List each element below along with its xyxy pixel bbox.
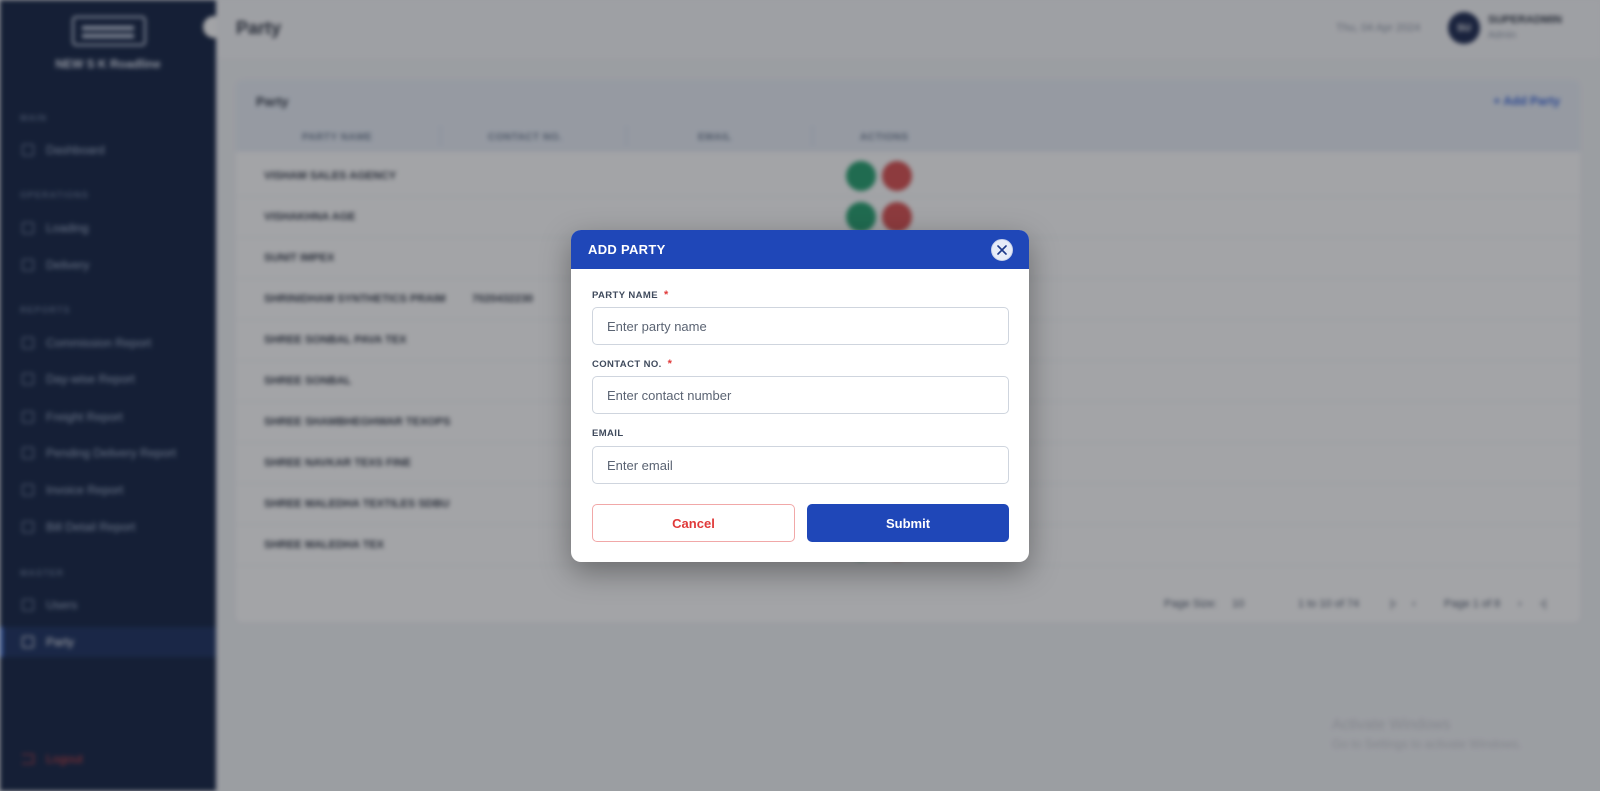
- email-label: EMAIL: [592, 428, 624, 439]
- close-icon: [997, 245, 1007, 255]
- contact-label-text: CONTACT NO.: [592, 359, 662, 370]
- email-input[interactable]: [592, 446, 1009, 484]
- contact-label: CONTACT NO. *: [592, 358, 672, 370]
- submit-button[interactable]: Submit: [807, 504, 1009, 542]
- cancel-button[interactable]: Cancel: [592, 504, 795, 542]
- party-name-label-text: PARTY NAME: [592, 290, 658, 301]
- required-mark: *: [667, 358, 673, 370]
- modal-header: ADD PARTY: [571, 230, 1029, 269]
- close-button[interactable]: [991, 239, 1013, 261]
- add-party-modal: ADD PARTY PARTY NAME * CONTACT NO. * EMAIL…: [571, 230, 1029, 562]
- modal-title: ADD PARTY: [588, 242, 666, 257]
- party-name-input[interactable]: [592, 307, 1009, 345]
- contact-input[interactable]: [592, 376, 1009, 414]
- party-name-label: PARTY NAME *: [592, 289, 669, 301]
- required-mark: *: [663, 289, 669, 301]
- email-label-text: EMAIL: [592, 428, 624, 439]
